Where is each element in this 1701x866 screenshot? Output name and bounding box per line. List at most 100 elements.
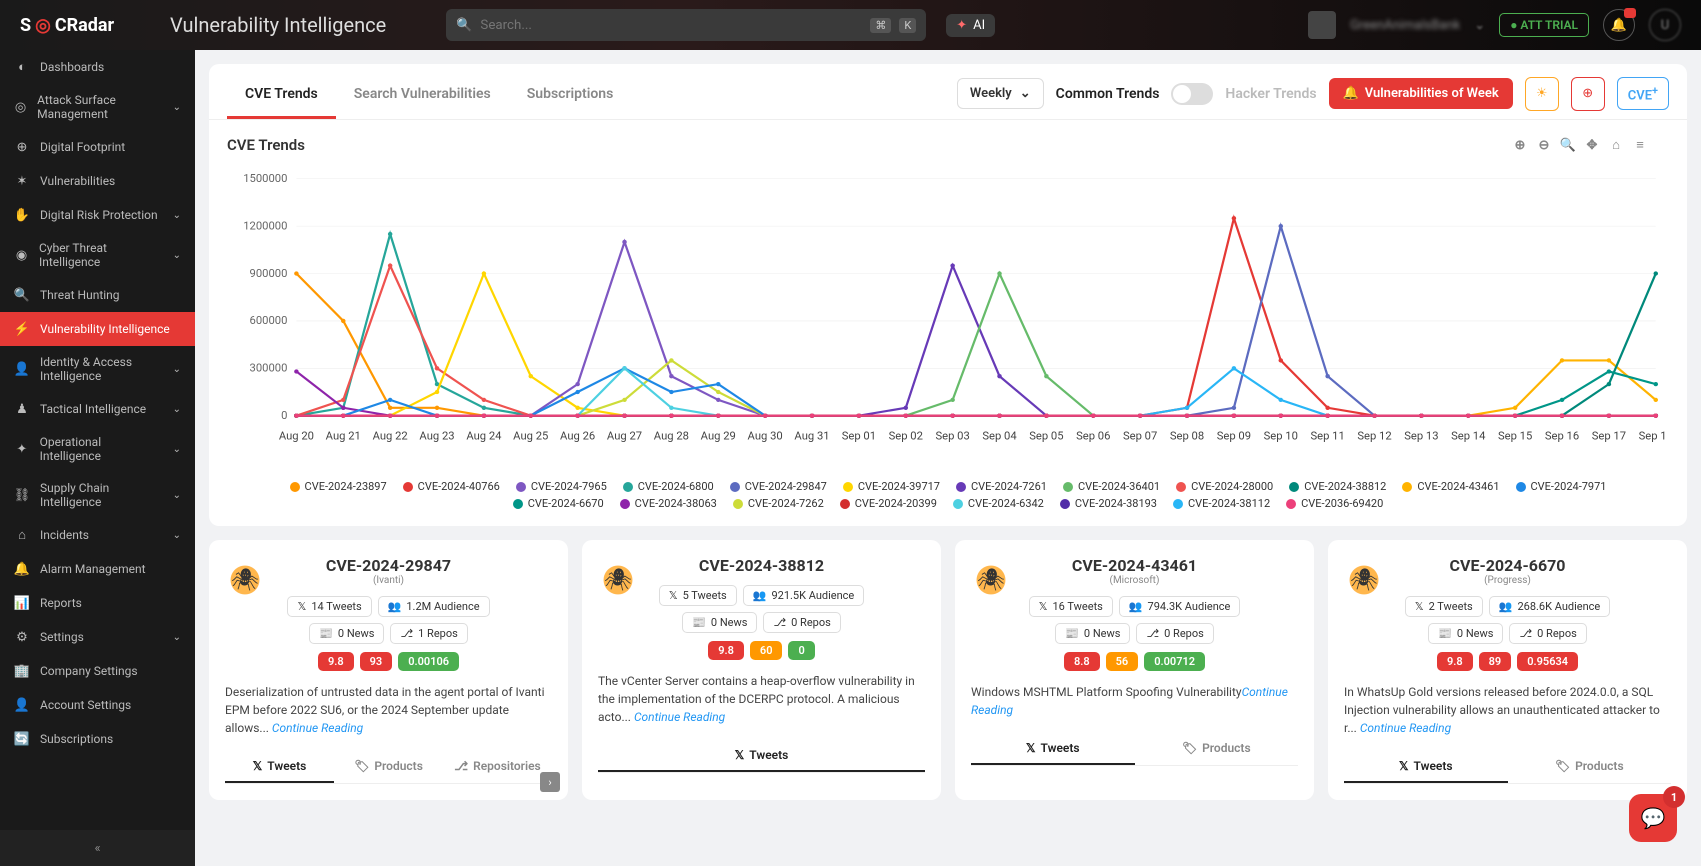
zoom-in-icon[interactable]: ⊕ (1511, 136, 1529, 154)
sidebar-item-digital-risk-protection[interactable]: ✋Digital Risk Protection⌄ (0, 198, 195, 232)
sidebar-item-supply-chain-intelligence[interactable]: ⛓Supply Chain Intelligence⌄ (0, 472, 195, 518)
legend-item[interactable]: CVE-2024-38063 (620, 497, 717, 510)
sun-button[interactable]: ☀ (1525, 77, 1559, 111)
add-button[interactable]: ⊕ (1571, 77, 1605, 111)
tweets-badge[interactable]: 𝕏 2 Tweets (1405, 596, 1483, 617)
sidebar-item-identity-access-intelligence[interactable]: 👤Identity & Access Intelligence⌄ (0, 346, 195, 392)
legend-item[interactable]: CVE-2024-6800 (623, 480, 714, 493)
repos-badge[interactable]: ⎇ 1 Repos (390, 623, 467, 644)
chevron-down-icon[interactable]: ⌄ (1474, 18, 1485, 33)
sidebar-item-vulnerabilities[interactable]: ✶Vulnerabilities (0, 164, 195, 198)
org-name[interactable]: GreenAnimalsBank (1350, 18, 1460, 33)
org-avatar[interactable] (1308, 11, 1336, 39)
chat-fab[interactable]: 💬 1 (1629, 794, 1677, 842)
news-badge[interactable]: 📰 0 News (1428, 623, 1503, 644)
legend-item[interactable]: CVE-2036-69420 (1286, 497, 1383, 510)
mini-tab-products[interactable]: 🏷 Products (334, 751, 443, 783)
cve-id[interactable]: CVE-2024-43461 (971, 556, 1298, 575)
notifications-button[interactable]: 🔔 (1603, 9, 1635, 41)
continue-reading-link[interactable]: Continue Reading (1360, 721, 1451, 735)
repos-badge[interactable]: ⎇ 0 Repos (1509, 623, 1586, 644)
legend-item[interactable]: CVE-2024-20399 (840, 497, 937, 510)
cve-id[interactable]: CVE-2024-29847 (225, 556, 552, 575)
sidebar-item-reports[interactable]: 📊Reports (0, 586, 195, 620)
legend-item[interactable]: CVE-2024-7262 (733, 497, 824, 510)
legend-item[interactable]: CVE-2024-39717 (843, 480, 940, 493)
ai-button[interactable]: ✦AI (946, 14, 995, 37)
cve-plus-button[interactable]: CVE+ (1617, 77, 1669, 110)
legend-item[interactable]: CVE-2024-29847 (730, 480, 827, 493)
legend-item[interactable]: CVE-2024-38112 (1173, 497, 1270, 510)
legend-item[interactable]: CVE-2024-6670 (513, 497, 604, 510)
mini-tab-tweets[interactable]: 𝕏 Tweets (225, 751, 334, 783)
sidebar-item-subscriptions[interactable]: 🔄Subscriptions (0, 722, 195, 756)
legend-item[interactable]: CVE-2024-23897 (290, 480, 387, 493)
home-icon[interactable]: ⌂ (1607, 136, 1625, 154)
scroll-right-button[interactable]: › (540, 772, 560, 792)
sidebar-item-alarm-management[interactable]: 🔔Alarm Management (0, 552, 195, 586)
legend-item[interactable]: CVE-2024-7261 (956, 480, 1047, 493)
legend-item[interactable]: CVE-2024-7971 (1516, 480, 1607, 493)
mini-tab-tweets[interactable]: 𝕏 Tweets (1344, 751, 1508, 783)
sidebar-item-settings[interactable]: ⚙Settings⌄ (0, 620, 195, 654)
audience-badge[interactable]: 👥 921.5K Audience (743, 585, 865, 606)
continue-reading-link[interactable]: Continue Reading (272, 721, 363, 735)
sidebar-item-dashboards[interactable]: ◐Dashboards (0, 50, 195, 84)
chevron-down-icon: ⌄ (173, 444, 181, 455)
tweets-badge[interactable]: 𝕏 14 Tweets (287, 596, 371, 617)
legend-item[interactable]: CVE-2024-40766 (403, 480, 500, 493)
legend-item[interactable]: CVE-2024-38193 (1060, 497, 1157, 510)
sidebar-item-vulnerability-intelligence[interactable]: ⚡Vulnerability Intelligence (0, 312, 195, 346)
continue-reading-link[interactable]: Continue Reading (971, 685, 1288, 717)
sidebar-item-tactical-intelligence[interactable]: ♟Tactical Intelligence⌄ (0, 392, 195, 426)
tweets-badge[interactable]: 𝕏 5 Tweets (659, 585, 737, 606)
sidebar-item-cyber-threat-intelligence[interactable]: ◉Cyber Threat Intelligence⌄ (0, 232, 195, 278)
search-box[interactable]: 🔍 ⌘ K (446, 9, 926, 41)
mini-tab-tweets[interactable]: 𝕏 Tweets (971, 733, 1135, 765)
legend-item[interactable]: CVE-2024-36401 (1063, 480, 1160, 493)
mini-tab-tweets[interactable]: 𝕏 Tweets (598, 740, 925, 772)
tab-search-vulnerabilities[interactable]: Search Vulnerabilities (336, 76, 509, 119)
sidebar-item-digital-footprint[interactable]: ⊕Digital Footprint (0, 130, 195, 164)
news-badge[interactable]: 📰 0 News (682, 612, 757, 633)
repos-badge[interactable]: ⎇ 0 Repos (763, 612, 840, 633)
zoom-select-icon[interactable]: 🔍 (1559, 136, 1577, 154)
audience-badge[interactable]: 👥 1.2M Audience (378, 596, 490, 617)
period-dropdown[interactable]: Weekly ⌄ (957, 78, 1044, 109)
sidebar-item-incidents[interactable]: ⌂Incidents⌄ (0, 518, 195, 552)
logo[interactable]: S◎CRadar (20, 15, 150, 36)
legend-item[interactable]: CVE-2024-28000 (1176, 480, 1273, 493)
sidebar-item-company-settings[interactable]: 🏢Company Settings (0, 654, 195, 688)
continue-reading-link[interactable]: Continue Reading (634, 710, 725, 724)
legend-item[interactable]: CVE-2024-6342 (953, 497, 1044, 510)
tweets-badge[interactable]: 𝕏 16 Tweets (1029, 596, 1113, 617)
tab-subscriptions[interactable]: Subscriptions (509, 76, 632, 119)
audience-badge[interactable]: 👥 268.6K Audience (1489, 596, 1611, 617)
legend-item[interactable]: CVE-2024-38812 (1289, 480, 1386, 493)
zoom-out-icon[interactable]: ⊖ (1535, 136, 1553, 154)
cve-id[interactable]: CVE-2024-38812 (598, 556, 925, 575)
cve-id[interactable]: CVE-2024-6670 (1344, 556, 1671, 575)
vulnerabilities-of-week-button[interactable]: 🔔Vulnerabilities of Week (1329, 78, 1513, 109)
repos-badge[interactable]: ⎇ 0 Repos (1136, 623, 1213, 644)
sidebar-item-threat-hunting[interactable]: 🔍Threat Hunting (0, 278, 195, 312)
news-badge[interactable]: 📰 0 News (1055, 623, 1130, 644)
legend-item[interactable]: CVE-2024-7965 (516, 480, 607, 493)
menu-icon[interactable]: ≡ (1631, 136, 1649, 154)
trends-toggle[interactable] (1171, 83, 1213, 105)
mini-tab-repositories[interactable]: ⎇ Repositories (443, 751, 552, 783)
search-input[interactable] (480, 18, 862, 33)
user-avatar[interactable]: U (1649, 9, 1681, 41)
sidebar-item-account-settings[interactable]: 👤Account Settings (0, 688, 195, 722)
sidebar-collapse-button[interactable]: « (0, 830, 195, 866)
news-badge[interactable]: 📰 0 News (309, 623, 384, 644)
audience-badge[interactable]: 👥 794.3K Audience (1119, 596, 1241, 617)
sidebar-item-operational-intelligence[interactable]: ✦Operational Intelligence⌄ (0, 426, 195, 472)
tab-cve-trends[interactable]: CVE Trends (227, 76, 336, 119)
github-icon: ⎇ (400, 627, 413, 640)
pan-icon[interactable]: ✥ (1583, 136, 1601, 154)
mini-tab-products[interactable]: 🏷 Products (1508, 751, 1672, 783)
legend-item[interactable]: CVE-2024-43461 (1402, 480, 1499, 493)
sidebar-item-attack-surface-management[interactable]: ◎Attack Surface Management⌄ (0, 84, 195, 130)
mini-tab-products[interactable]: 🏷 Products (1135, 733, 1299, 765)
